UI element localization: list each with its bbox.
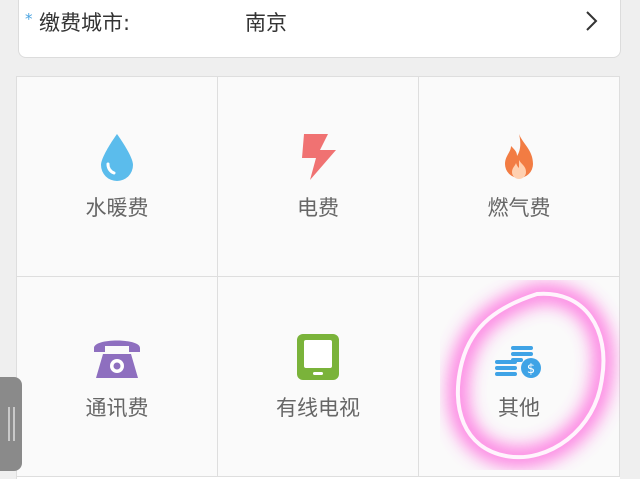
- payment-category-grid: 水暖费 电费 燃气费 通讯费 有线电视 $ 其他: [16, 76, 620, 479]
- city-label: 缴费城市:: [39, 11, 131, 35]
- tile-label: 其他: [498, 396, 540, 420]
- svg-text:$: $: [527, 362, 535, 377]
- chevron-right-icon: [586, 11, 598, 31]
- side-drawer-handle[interactable]: [0, 377, 22, 471]
- tile-water-heating[interactable]: 水暖费: [17, 77, 218, 277]
- city-value: 南京: [245, 11, 287, 35]
- tile-label: 水暖费: [85, 196, 149, 220]
- required-mark: *: [25, 10, 33, 28]
- tile-label: 燃气费: [487, 196, 551, 220]
- tile-electricity[interactable]: 电费: [218, 77, 419, 277]
- telephone-icon: [94, 340, 140, 378]
- tile-telecom[interactable]: 通讯费: [17, 277, 218, 477]
- tile-gas[interactable]: 燃气费: [419, 77, 620, 277]
- tile-label: 通讯费: [85, 396, 149, 420]
- flame-icon: [505, 134, 533, 179]
- city-selector-row[interactable]: * 缴费城市: 南京: [18, 0, 621, 58]
- tile-label: 电费: [297, 196, 339, 220]
- tv-tablet-icon: [297, 334, 339, 380]
- water-drop-icon: [101, 134, 133, 181]
- coins-icon: $: [495, 346, 541, 378]
- tile-other[interactable]: $ 其他: [419, 277, 620, 477]
- lightning-icon: [302, 134, 336, 180]
- tile-label: 有线电视: [276, 396, 360, 420]
- tile-cable-tv[interactable]: 有线电视: [218, 277, 419, 477]
